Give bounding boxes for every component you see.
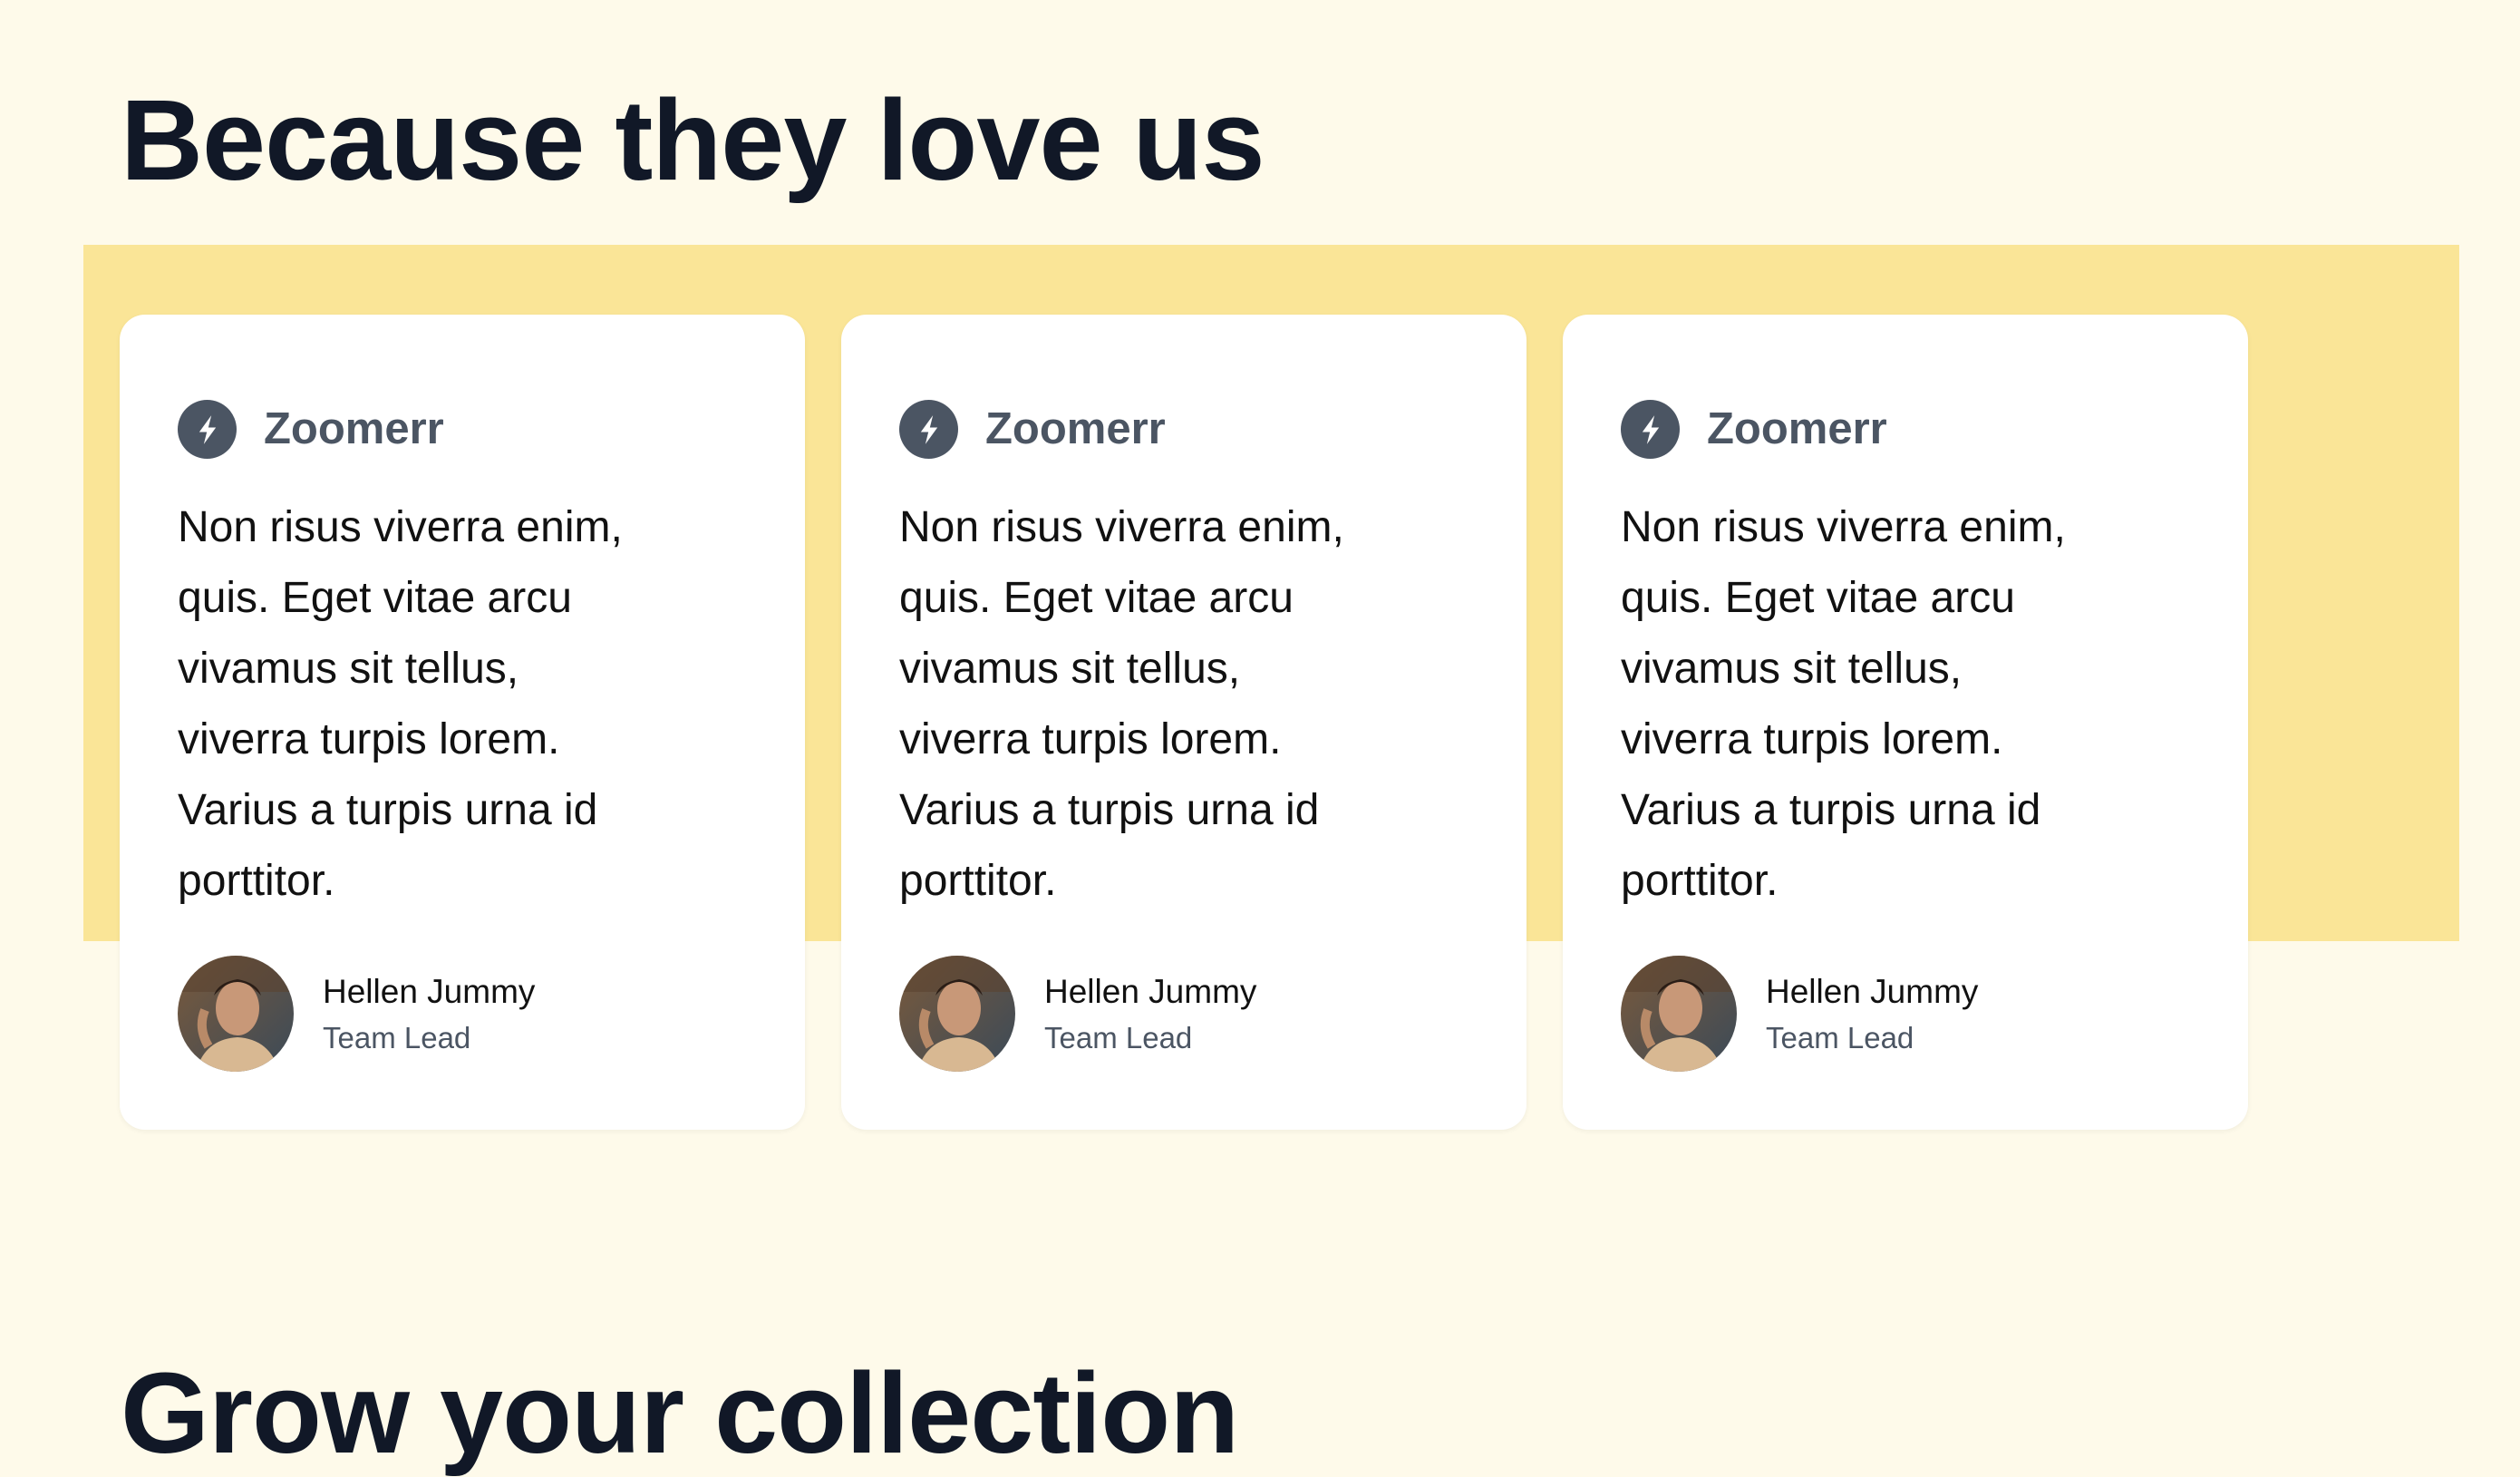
testimonials-title: Because they love us (121, 76, 1265, 204)
testimonial-card: Zoomerr Non risus viverra enim, quis. Eg… (120, 315, 805, 1130)
author-name: Hellen Jummy (323, 973, 536, 1010)
brand-name: Zoomerr (264, 404, 444, 453)
testimonial-card: Zoomerr Non risus viverra enim, quis. Eg… (841, 315, 1527, 1130)
testimonial-quote: Non risus viverra enim, quis. Eget vitae… (899, 503, 1344, 905)
lightning-bolt-icon (899, 400, 958, 459)
brand: Zoomerr (1621, 400, 1887, 459)
lightning-bolt-icon (178, 400, 237, 459)
author-role: Team Lead (1044, 1021, 1193, 1054)
avatar (1621, 956, 1737, 1072)
author-role: Team Lead (323, 1021, 471, 1054)
avatar (178, 956, 294, 1072)
testimonial-quote: Non risus viverra enim, quis. Eget vitae… (1621, 503, 2066, 905)
collection-title: Grow your collection (121, 1349, 1239, 1477)
brand-name: Zoomerr (1707, 404, 1887, 453)
author-name: Hellen Jummy (1766, 973, 1979, 1010)
testimonial-card: Zoomerr Non risus viverra enim, quis. Eg… (1563, 315, 2248, 1130)
author: Hellen Jummy Team Lead (899, 956, 1256, 1072)
author-name: Hellen Jummy (1044, 973, 1257, 1010)
lightning-bolt-icon (1621, 400, 1680, 459)
brand: Zoomerr (178, 400, 444, 459)
brand-name: Zoomerr (985, 404, 1166, 453)
author: Hellen Jummy Team Lead (178, 956, 535, 1072)
testimonial-quote: Non risus viverra enim, quis. Eget vitae… (178, 503, 623, 905)
author-role: Team Lead (1766, 1021, 1914, 1054)
brand: Zoomerr (899, 400, 1166, 459)
author: Hellen Jummy Team Lead (1621, 956, 1978, 1072)
avatar (899, 956, 1015, 1072)
